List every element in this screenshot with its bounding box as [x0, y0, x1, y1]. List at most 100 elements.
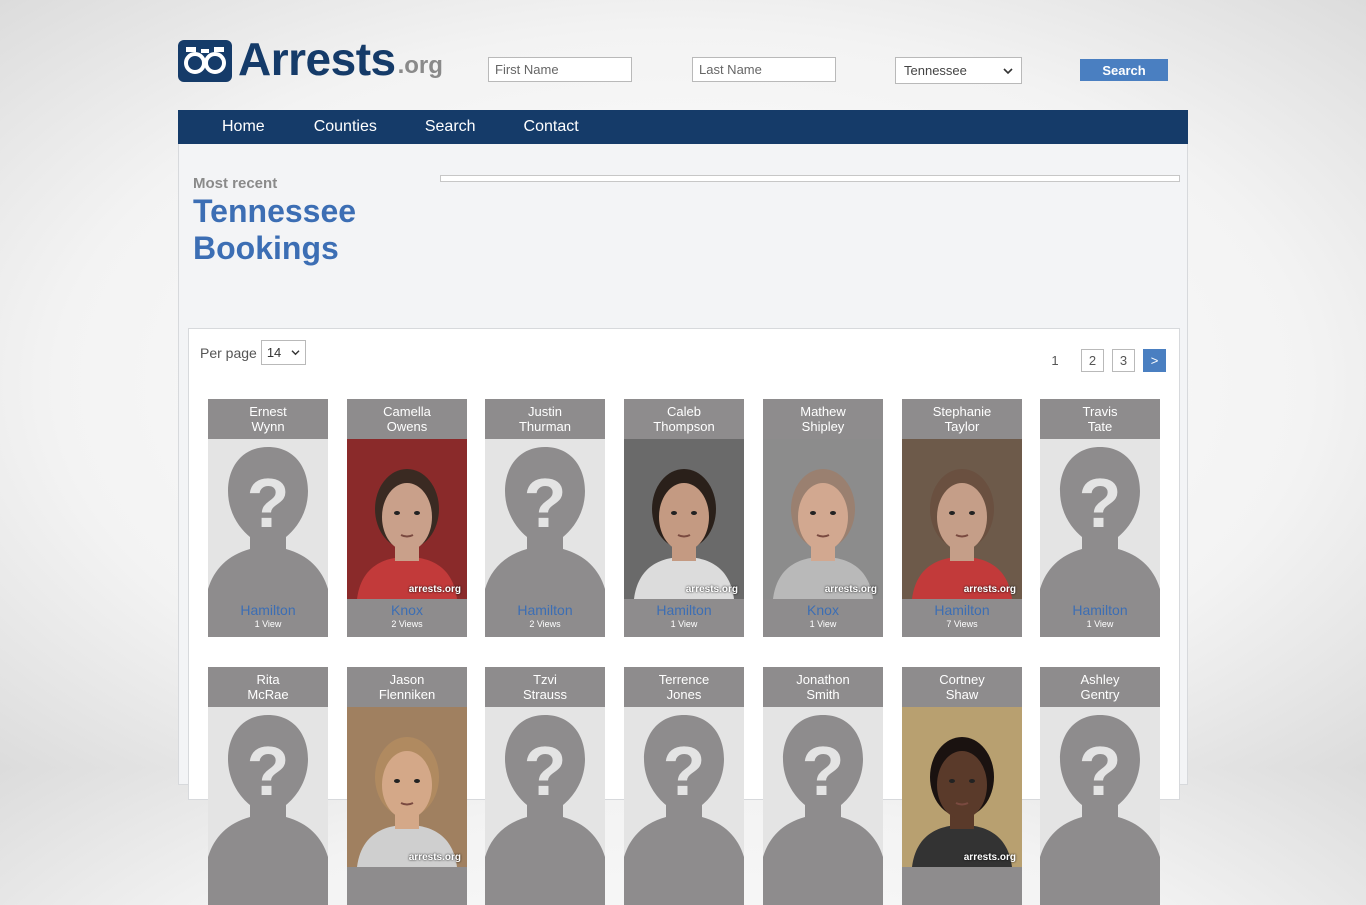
search-button[interactable]: Search — [1080, 59, 1168, 81]
booking-card[interactable]: Jason Flenniken arrests.org — [347, 667, 467, 905]
booking-last-name: Jones — [666, 687, 702, 702]
svg-text:?: ? — [524, 732, 567, 810]
booking-card[interactable]: Travis Tate? Hamilton 1 View — [1040, 399, 1160, 637]
booking-first-name: Terrence — [658, 672, 710, 687]
no-photo-silhouette-icon[interactable]: ? — [208, 707, 328, 867]
booking-county-link[interactable]: Hamilton — [208, 602, 328, 618]
mugshot-photo[interactable]: arrests.org — [763, 439, 883, 599]
first-name-input[interactable] — [488, 57, 632, 82]
booking-card[interactable]: Camella Owens arrests.org Knox 2 Views — [347, 399, 467, 637]
booking-first-name: Rita — [256, 672, 280, 687]
booking-last-name: Wynn — [251, 419, 285, 434]
nav-home[interactable]: Home — [222, 118, 265, 136]
mugshot-photo[interactable]: arrests.org — [902, 439, 1022, 599]
ad-placeholder — [440, 175, 1180, 182]
svg-text:?: ? — [802, 732, 845, 810]
booking-view-count: 1 View — [670, 619, 698, 629]
booking-name[interactable]: Justin Thurman — [485, 399, 605, 439]
no-photo-silhouette-icon[interactable]: ? — [1040, 707, 1160, 867]
booking-first-name: Justin — [528, 404, 562, 419]
site-logo[interactable]: Arrests .org — [178, 36, 443, 82]
booking-card[interactable]: Caleb Thompson arrests.org Hamilton 1 View — [624, 399, 744, 637]
no-photo-silhouette-icon[interactable]: ? — [485, 439, 605, 599]
booking-name[interactable]: Ashley Gentry — [1040, 667, 1160, 707]
booking-card[interactable]: Tzvi Strauss? — [485, 667, 605, 905]
per-page-control: Per page 14 — [200, 340, 306, 365]
mugshot-photo[interactable]: arrests.org — [624, 439, 744, 599]
per-page-select[interactable]: 14 — [260, 340, 306, 365]
svg-text:?: ? — [663, 732, 706, 810]
booking-last-name: Shaw — [945, 687, 979, 702]
mugshot-photo[interactable]: arrests.org — [347, 707, 467, 867]
booking-name[interactable]: Cortney Shaw — [902, 667, 1022, 707]
booking-last-name: Thurman — [518, 419, 572, 434]
booking-card[interactable]: Stephanie Taylor arrests.org Hamilton 7 View… — [902, 399, 1022, 637]
booking-name[interactable]: Mathew Shipley — [763, 399, 883, 439]
booking-last-name: Smith — [806, 687, 840, 702]
per-page-label: Per page — [200, 344, 257, 361]
logo-tld: .org — [397, 52, 443, 79]
booking-first-name: Ernest — [249, 404, 287, 419]
booking-name[interactable]: Jason Flenniken — [347, 667, 467, 707]
booking-name[interactable]: Stephanie Taylor — [902, 399, 1022, 439]
last-name-input[interactable] — [692, 57, 836, 82]
state-select[interactable]: Tennessee — [895, 57, 1022, 84]
nav-contact[interactable]: Contact — [524, 118, 579, 136]
booking-county-link[interactable]: Hamilton — [902, 602, 1022, 618]
section-kicker: Most recent — [193, 175, 278, 192]
booking-first-name: Tzvi — [533, 672, 557, 687]
booking-name[interactable]: Ernest Wynn — [208, 399, 328, 439]
page-title-line2: Bookings — [193, 230, 339, 266]
svg-text:?: ? — [247, 464, 290, 542]
svg-text:?: ? — [1079, 464, 1122, 542]
booking-county-link[interactable]: Hamilton — [485, 602, 605, 618]
photo-watermark: arrests.org — [963, 852, 1016, 863]
no-photo-silhouette-icon[interactable]: ? — [208, 439, 328, 599]
booking-card[interactable]: Ashley Gentry? — [1040, 667, 1160, 905]
nav-counties[interactable]: Counties — [314, 118, 377, 136]
no-photo-silhouette-icon[interactable]: ? — [1040, 439, 1160, 599]
page-title-line1: Tennessee — [193, 193, 357, 229]
booking-county-link[interactable]: Knox — [763, 602, 883, 618]
booking-card[interactable]: Jonathon Smith? — [763, 667, 883, 905]
booking-name[interactable]: Caleb Thompson — [624, 399, 744, 439]
svg-text:?: ? — [247, 732, 290, 810]
booking-view-count: 1 View — [1086, 619, 1114, 629]
booking-first-name: Mathew — [800, 404, 846, 419]
booking-card[interactable]: Justin Thurman? Hamilton 2 Views — [485, 399, 605, 637]
booking-card[interactable]: Terrence Jones? — [624, 667, 744, 905]
booking-name[interactable]: Tzvi Strauss — [485, 667, 605, 707]
photo-watermark: arrests.org — [408, 584, 461, 595]
booking-name[interactable]: Jonathon Smith — [763, 667, 883, 707]
svg-text:?: ? — [524, 464, 567, 542]
page-link-2[interactable]: 2 — [1081, 349, 1104, 372]
booking-card[interactable]: Cortney Shaw arrests.org — [902, 667, 1022, 905]
booking-name[interactable]: Camella Owens — [347, 399, 467, 439]
booking-name[interactable]: Travis Tate — [1040, 399, 1160, 439]
booking-view-count: 2 Views — [529, 619, 561, 629]
no-photo-silhouette-icon[interactable]: ? — [763, 707, 883, 867]
booking-card[interactable]: Mathew Shipley arrests.org Knox 1 View — [763, 399, 883, 637]
bookings-container: Per page 14 1 2 3 > Ernest Wynn? Hamilton 1… — [188, 328, 1180, 905]
booking-card[interactable]: Ernest Wynn? Hamilton 1 View — [208, 399, 328, 637]
page-current: 1 — [1051, 353, 1059, 368]
page-next-button[interactable]: > — [1143, 349, 1166, 372]
no-photo-silhouette-icon[interactable]: ? — [624, 707, 744, 867]
nav-search[interactable]: Search — [425, 118, 476, 136]
no-photo-silhouette-icon[interactable]: ? — [485, 707, 605, 867]
booking-name[interactable]: Terrence Jones — [624, 667, 744, 707]
booking-first-name: Jonathon — [796, 672, 850, 687]
mugshot-photo[interactable]: arrests.org — [902, 707, 1022, 867]
booking-county-link[interactable]: Hamilton — [624, 602, 744, 618]
chevron-down-icon — [1003, 67, 1013, 74]
booking-card[interactable]: Rita McRae? — [208, 667, 328, 905]
booking-last-name: Taylor — [944, 419, 980, 434]
page-link-3[interactable]: 3 — [1112, 349, 1135, 372]
booking-view-count: 1 View — [254, 619, 282, 629]
mugshot-photo[interactable]: arrests.org — [347, 439, 467, 599]
booking-county-link[interactable]: Knox — [347, 602, 467, 618]
booking-county-link[interactable]: Hamilton — [1040, 602, 1160, 618]
booking-name[interactable]: Rita McRae — [208, 667, 328, 707]
booking-first-name: Caleb — [667, 404, 701, 419]
photo-watermark: arrests.org — [824, 584, 877, 595]
